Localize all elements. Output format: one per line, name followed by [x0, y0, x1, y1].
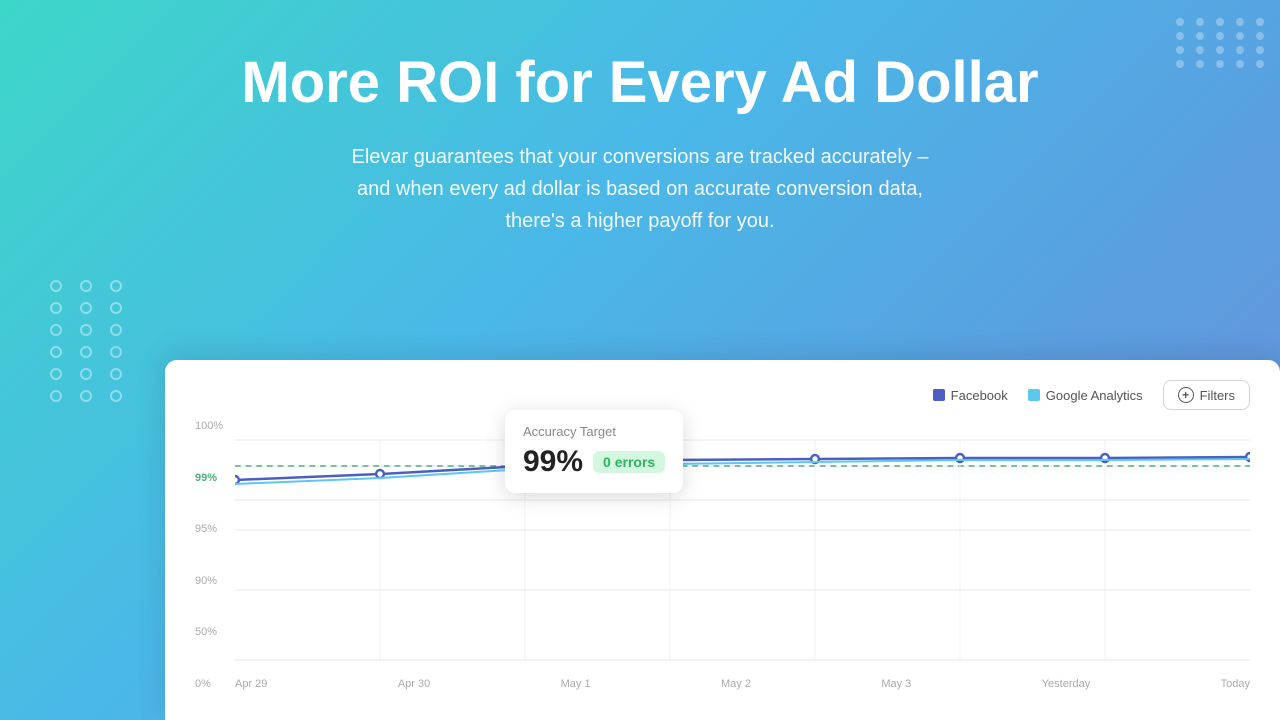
fb-point-1: [235, 476, 239, 484]
y-label-95: 95%: [195, 523, 223, 535]
x-label-yesterday: Yesterday: [1042, 678, 1091, 690]
x-axis-labels: Apr 29 Apr 30 May 1 May 2 May 3 Yesterda…: [195, 678, 1250, 690]
ga-line: [235, 459, 1250, 484]
chart-svg: [235, 430, 1250, 670]
hero-title: More ROI for Every Ad Dollar: [100, 50, 1180, 117]
ga-label: Google Analytics: [1046, 388, 1143, 403]
x-label-may3: May 3: [881, 678, 911, 690]
y-axis-labels: 100% 99% 95% 90% 50% 0%: [195, 420, 223, 690]
x-label-apr30: Apr 30: [398, 678, 430, 690]
tooltip-label: Accuracy Target: [523, 424, 665, 439]
legend-facebook: Facebook: [933, 388, 1008, 403]
legend-google-analytics: Google Analytics: [1028, 388, 1143, 403]
hero-section: More ROI for Every Ad Dollar Elevar guar…: [0, 0, 1280, 267]
x-label-may1: May 1: [561, 678, 591, 690]
y-label-50: 50%: [195, 626, 223, 638]
facebook-legend-icon: [933, 389, 945, 401]
chart-header: Facebook Google Analytics + Filters: [195, 380, 1250, 410]
x-label-today: Today: [1221, 678, 1250, 690]
ga-legend-icon: [1028, 389, 1040, 401]
tooltip-value: 99%: [523, 445, 583, 479]
chart-legend: Facebook Google Analytics: [933, 388, 1143, 403]
chart-tooltip: Accuracy Target 99% 0 errors: [505, 410, 683, 493]
filters-button[interactable]: + Filters: [1163, 380, 1250, 410]
y-label-100: 100%: [195, 420, 223, 432]
chart-container: Facebook Google Analytics + Filters 100%…: [165, 360, 1280, 720]
decorative-dots-left: [50, 280, 130, 402]
x-label-apr29: Apr 29: [235, 678, 267, 690]
tooltip-value-row: 99% 0 errors: [523, 445, 665, 479]
fb-point-2: [376, 470, 384, 478]
hero-subtitle: Elevar guarantees that your conversions …: [210, 141, 1070, 237]
filters-plus-icon: +: [1178, 387, 1194, 403]
filters-label: Filters: [1200, 388, 1235, 403]
y-label-99: 99%: [195, 472, 223, 484]
chart-area: 100% 99% 95% 90% 50% 0% Accuracy Target …: [195, 420, 1250, 690]
y-label-90: 90%: [195, 575, 223, 587]
tooltip-badge: 0 errors: [593, 451, 665, 473]
facebook-label: Facebook: [951, 388, 1008, 403]
x-label-may2: May 2: [721, 678, 751, 690]
